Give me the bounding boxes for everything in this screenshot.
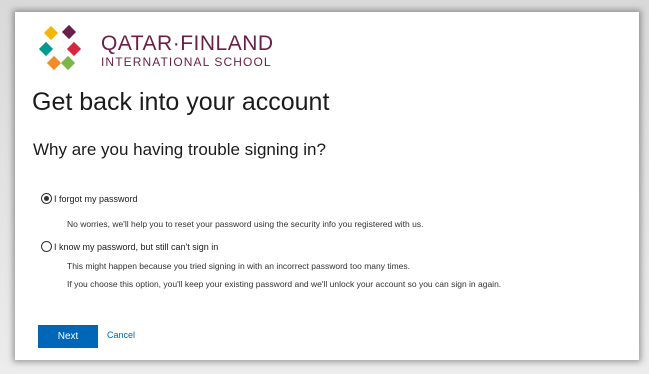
school-logo: QATAR·FINLAND INTERNATIONAL SCHOOL: [37, 22, 297, 78]
next-button[interactable]: Next: [38, 325, 98, 348]
school-subtitle: INTERNATIONAL SCHOOL: [101, 54, 272, 69]
cant-sign-in-description-2: If you choose this option, you'll keep y…: [67, 279, 502, 289]
cancel-link[interactable]: Cancel: [107, 330, 135, 340]
recovery-card: QATAR·FINLAND INTERNATIONAL SCHOOL Get b…: [15, 12, 639, 360]
page-title: Get back into your account: [32, 88, 330, 116]
option-cant-sign-in[interactable]: I know my password, but still can't sign…: [41, 241, 218, 252]
cant-sign-in-radio[interactable]: [41, 241, 52, 252]
cant-sign-in-label: I know my password, but still can't sign…: [54, 241, 219, 252]
cant-sign-in-description-1: This might happen because you tried sign…: [67, 261, 411, 271]
forgot-password-description: No worries, we'll help you to reset your…: [67, 219, 424, 229]
leaves-icon: [38, 24, 82, 71]
school-logo-mark-icon: [37, 24, 95, 76]
school-name: QATAR·FINLAND: [101, 31, 274, 55]
forgot-password-radio[interactable]: [41, 193, 52, 204]
option-forgot-password[interactable]: I forgot my password: [41, 193, 138, 204]
forgot-password-label: I forgot my password: [54, 193, 138, 204]
trouble-question: Why are you having trouble signing in?: [33, 140, 326, 159]
